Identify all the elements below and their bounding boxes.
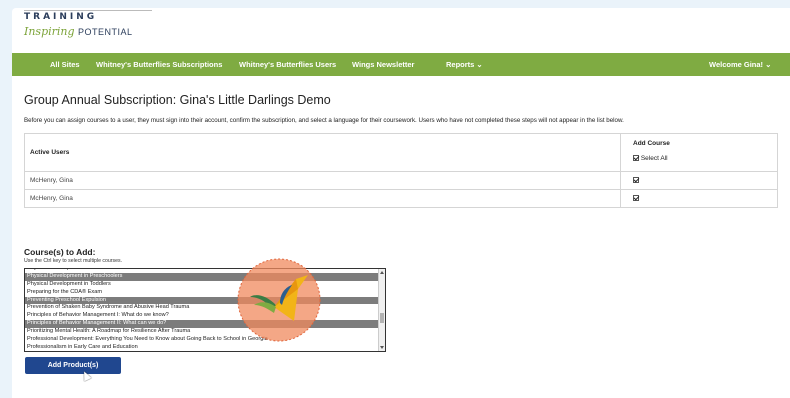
page-description: Before you can assign courses to a user,…	[24, 117, 624, 124]
col-add-course: Add Course Select All	[620, 133, 778, 172]
select-all-checkbox[interactable]	[633, 155, 639, 162]
butterfly-logo-overlay-icon	[237, 258, 321, 342]
select-all-control[interactable]: Select All	[633, 155, 777, 162]
select-all-label: Select All	[640, 155, 668, 162]
courses-label: Course(s) to Add:	[24, 247, 96, 257]
col-active-users: Active Users	[24, 133, 621, 172]
table-header-row: Active Users Add Course Select All	[24, 133, 778, 172]
user-name-cell: McHenry, Gina	[24, 189, 621, 208]
logo-divider	[24, 10, 152, 11]
site-logo[interactable]: TRAINING Inspiring POTENTIAL	[24, 12, 133, 38]
course-option[interactable]: Principles of Behavior Management II: Wh…	[25, 320, 385, 329]
courses-hint: Use the Ctrl key to select multiple cour…	[24, 258, 123, 264]
add-course-checkbox[interactable]	[633, 195, 639, 202]
courses-options: Physical Development in Infants Physical …	[25, 269, 385, 351]
course-option[interactable]: Preventing Preschool Expulsion	[25, 296, 385, 305]
scroll-down-arrow-icon[interactable]	[380, 346, 384, 349]
user-name-cell: McHenry, Gina	[24, 171, 621, 190]
main-nav: All Sites Whitney's Butterflies Subscrip…	[12, 53, 790, 76]
page-title: Group Annual Subscription: Gina's Little…	[24, 93, 331, 107]
logo-potential-text: POTENTIAL	[78, 27, 133, 37]
nav-reports-dropdown[interactable]: Reports ⌄	[446, 60, 483, 69]
nav-subscriptions[interactable]: Whitney's Butterflies Subscriptions	[96, 60, 222, 69]
nav-newsletter[interactable]: Wings Newsletter	[352, 60, 414, 69]
col-add-course-label: Add Course	[633, 140, 670, 147]
scroll-thumb[interactable]	[380, 313, 384, 323]
listbox-scrollbar[interactable]	[378, 269, 385, 351]
course-option[interactable]: Preparing for the CDA® Exam	[25, 289, 385, 297]
add-course-cell	[620, 171, 778, 190]
logo-tagline: Inspiring POTENTIAL	[24, 25, 133, 38]
course-option[interactable]: Professional Development: Everything You…	[25, 336, 385, 344]
page: TRAINING Inspiring POTENTIAL All Sites W…	[12, 8, 790, 398]
course-option[interactable]: Principles of Behavior Management I: Wha…	[25, 312, 385, 320]
table-row: McHenry, Gina	[24, 171, 778, 190]
active-users-table: Active Users Add Course Select All McHen…	[24, 133, 778, 208]
course-option[interactable]: Prevention of Shaken Baby Syndrome and A…	[25, 304, 385, 312]
nav-welcome-dropdown[interactable]: Welcome Gina! ⌄	[709, 60, 771, 69]
courses-multiselect[interactable]: Physical Development in Infants Physical …	[24, 268, 386, 352]
table-row: McHenry, Gina	[24, 189, 778, 208]
logo-training-text: TRAINING	[24, 12, 98, 22]
nav-users[interactable]: Whitney's Butterflies Users	[239, 60, 336, 69]
course-option[interactable]: Professionalism in Early Care and Educat…	[25, 344, 385, 351]
add-products-button[interactable]: Add Product(s)	[25, 357, 121, 374]
course-option[interactable]: Physical Development in Toddlers	[25, 281, 385, 289]
add-course-cell	[620, 189, 778, 208]
scroll-up-arrow-icon[interactable]	[380, 271, 384, 274]
course-option[interactable]: Physical Development in Preschoolers	[25, 272, 385, 281]
logo-script-text: Inspiring	[24, 25, 75, 38]
add-course-checkbox[interactable]	[633, 177, 639, 184]
nav-all-sites[interactable]: All Sites	[50, 60, 80, 69]
course-option[interactable]: Prioritizing Mental Health: A Roadmap fo…	[25, 328, 385, 336]
